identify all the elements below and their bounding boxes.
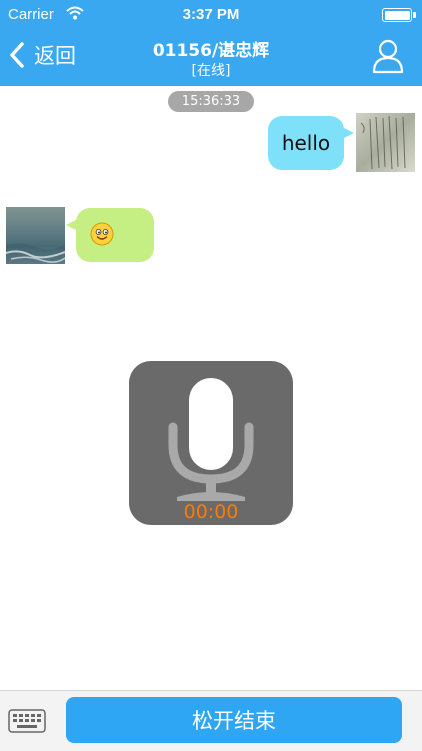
smiley-emoji-icon <box>90 222 114 246</box>
document-photo-thumbnail <box>360 115 406 170</box>
online-status: [在线] <box>191 63 231 79</box>
status-bar: Carrier 3:37 PM <box>0 0 422 30</box>
message-bubble-received[interactable] <box>66 208 154 262</box>
chat-title: 01156/谌忠辉 <box>152 41 270 61</box>
my-avatar[interactable] <box>356 113 415 172</box>
recording-elapsed-time: 00:00 <box>183 501 239 523</box>
status-time: 3:37 PM <box>182 6 240 23</box>
contact-avatar[interactable] <box>6 207 65 264</box>
nav-bar: 返回 01156/谌忠辉 [在线] <box>0 30 422 86</box>
release-to-finish-button[interactable]: 松开结束 <box>66 697 402 743</box>
navigation-header: Carrier 3:37 PM 返回 01156/谌忠辉 [在线] <box>0 0 422 86</box>
voice-recording-overlay: 00:00 <box>129 361 293 525</box>
message-bubble-sent[interactable]: hello <box>268 116 354 170</box>
battery-icon <box>382 8 416 22</box>
message-text: hello <box>281 131 331 155</box>
keyboard-icon[interactable] <box>8 709 46 733</box>
message-timestamp: 15:36:33 <box>168 91 254 112</box>
input-toolbar: 松开结束 <box>0 690 422 751</box>
sea-photo-thumbnail <box>6 243 65 264</box>
user-icon[interactable] <box>372 38 404 74</box>
